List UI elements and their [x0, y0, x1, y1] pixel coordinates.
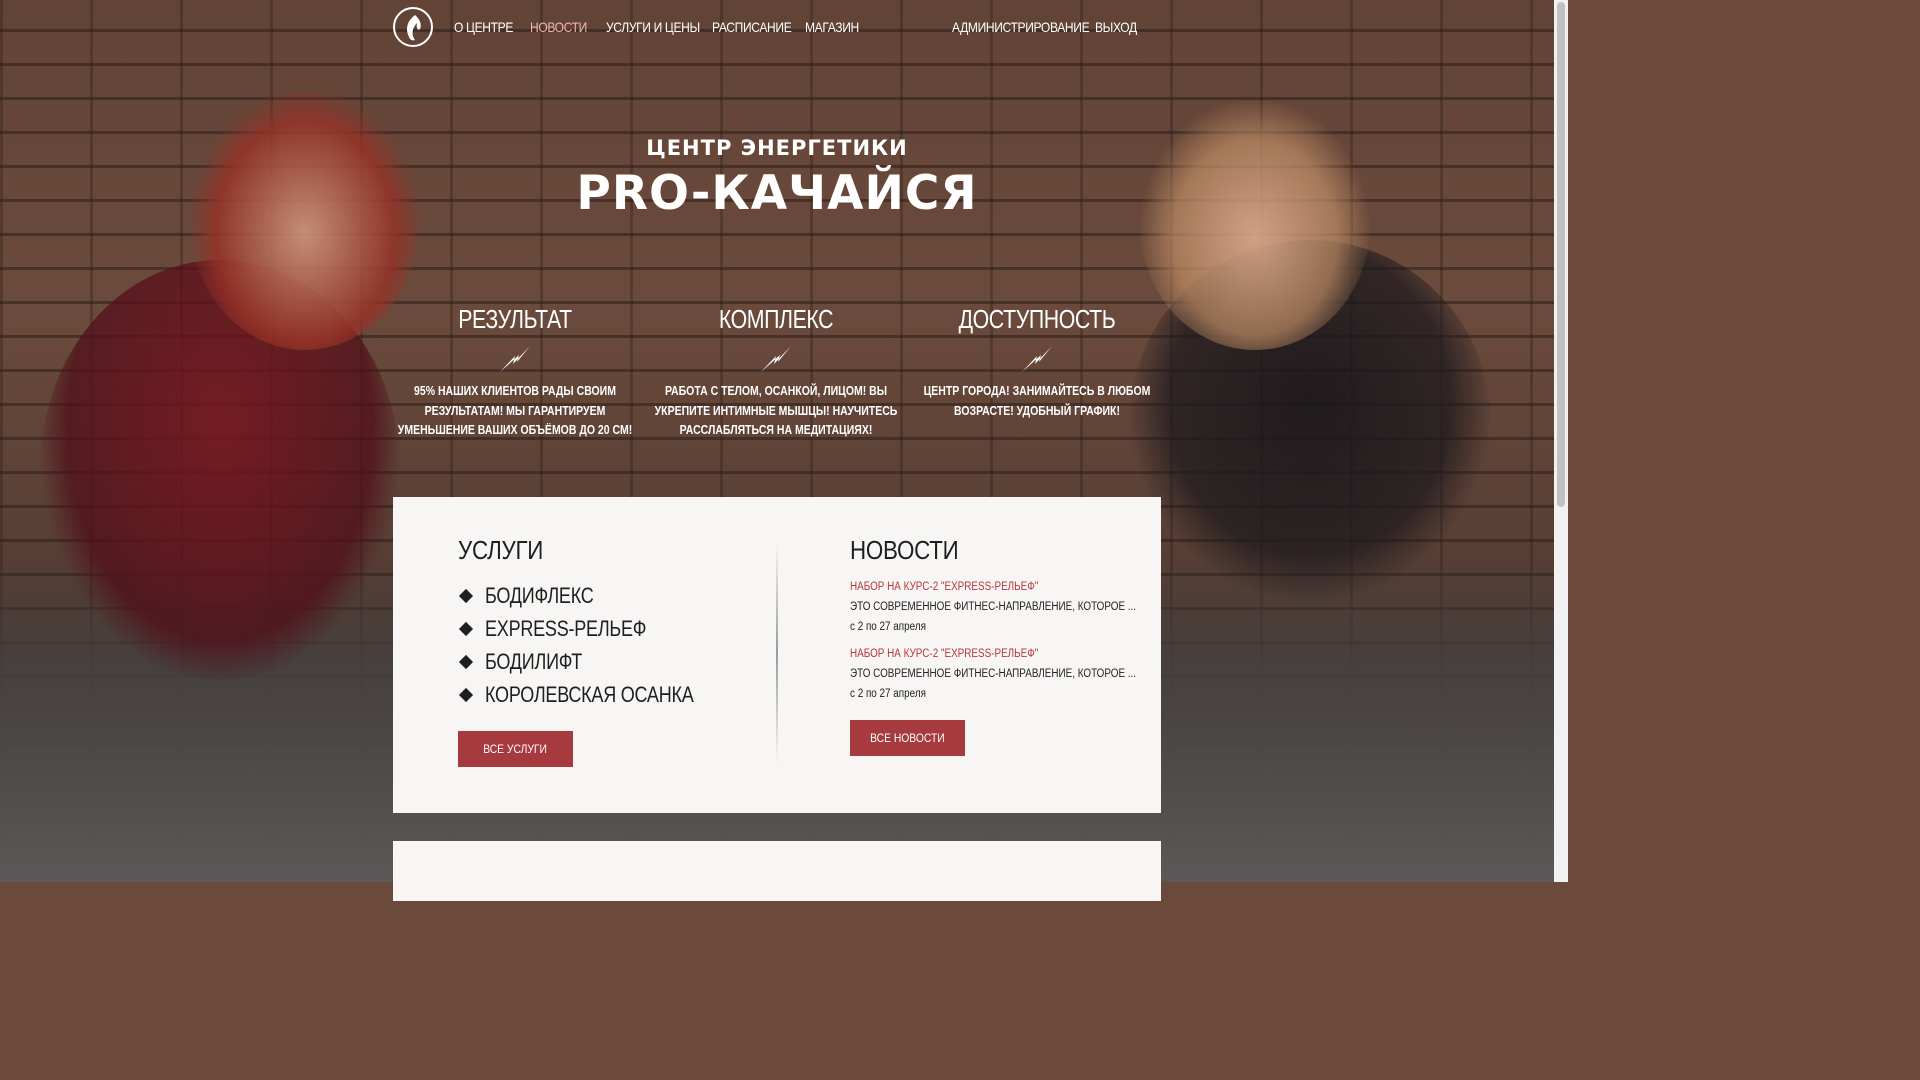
- flame-logo-icon[interactable]: [393, 7, 433, 47]
- feature-text: РАБОТА С ТЕЛОМ, ОСАНКОЙ, ЛИЦОМ! ВЫ УКРЕП…: [654, 384, 898, 438]
- divider: [776, 542, 778, 764]
- news-item-title[interactable]: НАБОР НА КУРС-2 "EXPRESS-РЕЛЬЕФ": [850, 581, 1038, 593]
- vertical-scrollbar[interactable]: [1554, 0, 1568, 882]
- feature-text: 95% НАШИХ КЛИЕНТОВ РАДЫ СВОИМ РЕЗУЛЬТАТА…: [397, 384, 633, 438]
- diamond-bullet-icon: [458, 621, 474, 637]
- feature-title: ДОСТУПНОСТЬ: [958, 304, 1116, 334]
- news-item-date: с 2 по 27 апреля: [850, 688, 926, 700]
- news-item-desc: ЭТО СОВРЕМЕННОЕ ФИТНЕС-НАПРАВЛЕНИЕ, КОТО…: [850, 601, 1137, 613]
- feature-text: ЦЕНТР ГОРОДА! ЗАНИМАЙТЕСЬ В ЛЮБОМ ВОЗРАС…: [923, 384, 1151, 418]
- scrollbar-thumb[interactable]: [1557, 2, 1565, 507]
- lightning-icon: [761, 346, 791, 372]
- hero-title: PRO-КАЧАЙСЯ: [576, 166, 978, 221]
- services-title: УСЛУГИ: [458, 535, 544, 565]
- news-item-title[interactable]: НАБОР НА КУРС-2 "EXPRESS-РЕЛЬЕФ": [850, 648, 1038, 660]
- all-news-button[interactable]: ВСЕ НОВОСТИ: [850, 720, 965, 756]
- news-title: НОВОСТИ: [850, 535, 959, 565]
- nav-item-news[interactable]: НОВОСТИ: [530, 19, 587, 35]
- feature-complex: КОМПЛЕКС РАБОТА С ТЕЛОМ, ОСАНКОЙ, ЛИЦОМ!…: [646, 300, 906, 441]
- all-services-button[interactable]: ВСЕ УСЛУГИ: [458, 731, 573, 767]
- lightning-icon: [1022, 346, 1052, 372]
- nav-item-admin[interactable]: АДМИНИСТРИРОВАНИЕ: [952, 19, 1090, 35]
- service-item[interactable]: КОРОЛЕВСКАЯ ОСАНКА: [458, 682, 739, 708]
- nav-item-about[interactable]: О ЦЕНТРЕ: [454, 19, 513, 35]
- lightning-icon: [500, 346, 530, 372]
- service-label: БОДИФЛЕКС: [485, 583, 594, 608]
- diamond-bullet-icon: [458, 654, 474, 670]
- nav-item-shop[interactable]: МАГАЗИН: [805, 19, 859, 35]
- nav-item-schedule[interactable]: РАСПИСАНИЕ: [712, 19, 792, 35]
- service-item[interactable]: БОДИЛИФТ: [458, 649, 603, 675]
- top-navigation: О ЦЕНТРЕ НОВОСТИ УСЛУГИ И ЦЕНЫ РАСПИСАНИ…: [0, 0, 1554, 58]
- services-news-card: УСЛУГИ БОДИФЛЕКС EXPRESS-РЕЛЬЕФ БОДИЛИФТ…: [393, 497, 1161, 813]
- nav-item-services-prices[interactable]: УСЛУГИ И ЦЕНЫ: [606, 19, 700, 35]
- feature-result: РЕЗУЛЬТАТ 95% НАШИХ КЛИЕНТОВ РАДЫ СВОИМ …: [385, 300, 645, 441]
- button-label: ВСЕ УСЛУГИ: [483, 742, 548, 756]
- service-label: БОДИЛИФТ: [485, 649, 583, 674]
- nav-item-logout[interactable]: ВЫХОД: [1095, 19, 1137, 35]
- hero-subtitle: ЦЕНТР ЭНЕРГЕТИКИ: [646, 136, 908, 160]
- service-item[interactable]: EXPRESS-РЕЛЬЕФ: [458, 616, 682, 642]
- diamond-bullet-icon: [458, 588, 474, 604]
- next-section-card: [393, 841, 1161, 901]
- diamond-bullet-icon: [458, 687, 474, 703]
- feature-accessibility: ДОСТУПНОСТЬ ЦЕНТР ГОРОДА! ЗАНИМАЙТЕСЬ В …: [907, 300, 1167, 421]
- news-item-date: с 2 по 27 апреля: [850, 621, 926, 633]
- news-item-desc: ЭТО СОВРЕМЕННОЕ ФИТНЕС-НАПРАВЛЕНИЕ, КОТО…: [850, 668, 1137, 680]
- feature-title: РЕЗУЛЬТАТ: [458, 304, 572, 334]
- service-label: КОРОЛЕВСКАЯ ОСАНКА: [485, 682, 694, 707]
- service-item[interactable]: БОДИФЛЕКС: [458, 583, 617, 609]
- service-label: EXPRESS-РЕЛЬЕФ: [485, 616, 647, 641]
- button-label: ВСЕ НОВОСТИ: [870, 731, 945, 745]
- feature-title: КОМПЛЕКС: [718, 304, 834, 334]
